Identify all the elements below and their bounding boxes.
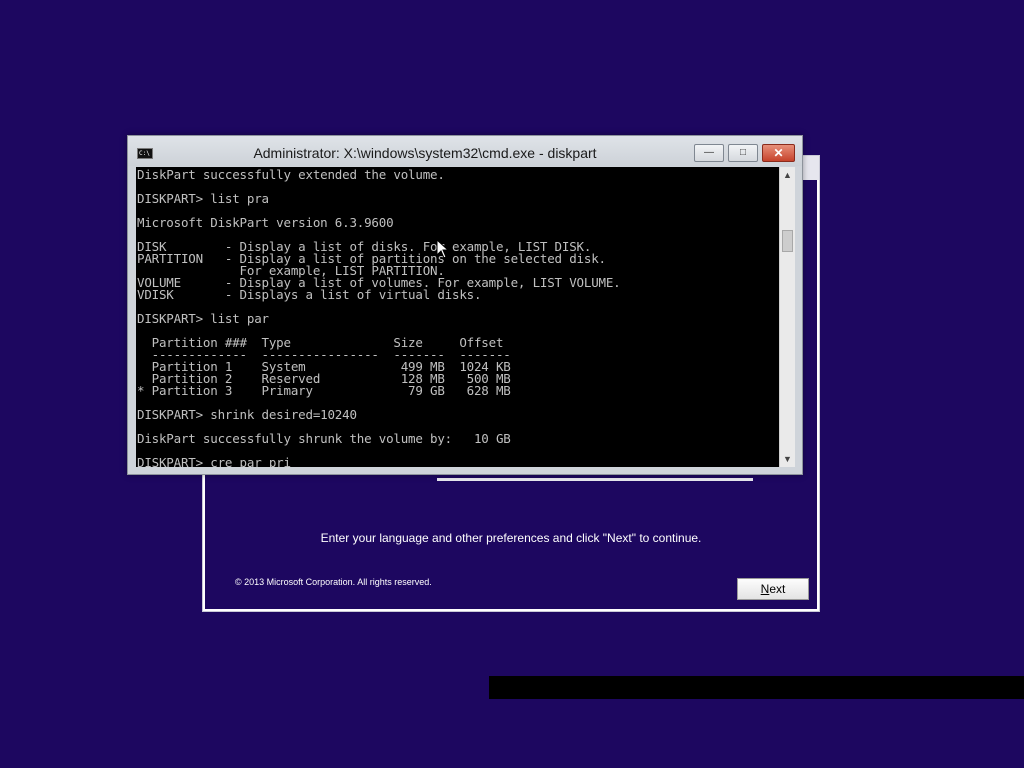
setup-copyright: © 2013 Microsoft Corporation. All rights…: [235, 577, 432, 587]
next-button[interactable]: Next: [737, 578, 809, 600]
maximize-button[interactable]: □: [728, 144, 758, 162]
console-line: DiskPart successfully extended the volum…: [137, 167, 445, 182]
scroll-down-icon[interactable]: ▼: [780, 451, 795, 467]
scroll-thumb[interactable]: [782, 230, 793, 252]
mouse-pointer-icon: [436, 239, 450, 259]
setup-instructions: Enter your language and other preference…: [320, 531, 702, 545]
setup-window-edge: [801, 156, 819, 180]
console-line: DISKPART> cre par pri: [137, 455, 291, 467]
console-line: * Partition 3 Primary 79 GB 628 MB: [137, 383, 511, 398]
cmd-output: DiskPart successfully extended the volum…: [136, 167, 779, 467]
console-line: DISKPART> shrink desired=10240: [137, 407, 357, 422]
setup-divider: [437, 478, 753, 481]
console-line: Microsoft DiskPart version 6.3.9600: [137, 215, 394, 230]
next-button-label: ext: [769, 582, 786, 596]
vertical-scrollbar[interactable]: ▲ ▼: [779, 167, 795, 467]
scroll-up-icon[interactable]: ▲: [780, 167, 795, 183]
cmd-window-icon[interactable]: C:\: [137, 148, 153, 159]
console-line: DiskPart successfully shrunk the volume …: [137, 431, 511, 446]
cmd-window: C:\ Administrator: X:\windows\system32\c…: [127, 135, 803, 475]
cmd-window-title: Administrator: X:\windows\system32\cmd.e…: [253, 145, 597, 161]
minimize-button[interactable]: —: [694, 144, 724, 162]
close-button[interactable]: ✕: [762, 144, 795, 162]
console-line: DISKPART> list pra: [137, 191, 269, 206]
console-line: VDISK - Displays a list of virtual disks…: [137, 287, 482, 302]
cmd-titlebar[interactable]: C:\ Administrator: X:\windows\system32\c…: [128, 136, 802, 166]
console-line: DISKPART> list par: [137, 311, 269, 326]
cmd-console[interactable]: DiskPart successfully extended the volum…: [136, 167, 779, 467]
black-bar: [489, 676, 1024, 699]
